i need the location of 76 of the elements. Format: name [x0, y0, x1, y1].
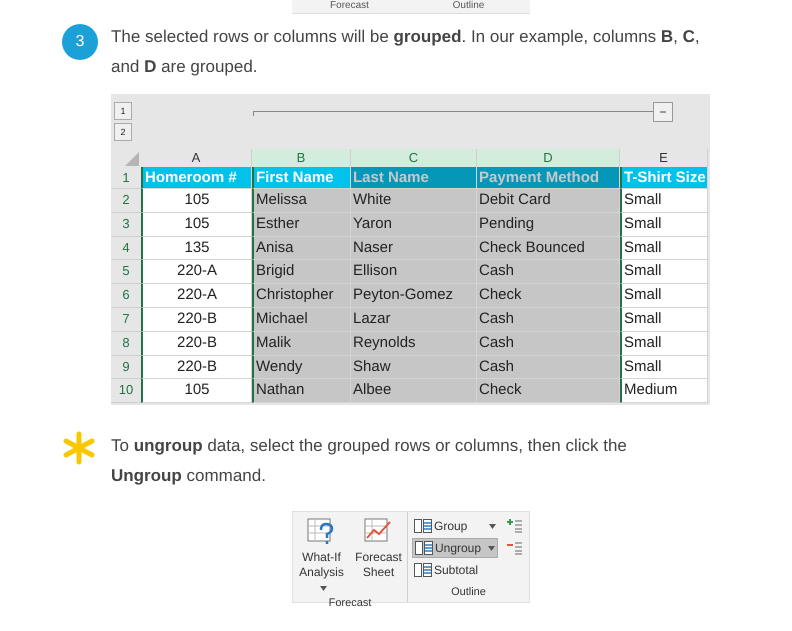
table-cell: Cash — [477, 356, 620, 380]
group-label: Outline — [452, 0, 486, 13]
table-cell: Small — [620, 332, 708, 356]
table-cell: Small — [620, 284, 708, 308]
table-cell: Albee — [351, 379, 477, 404]
table-cell: Check — [477, 284, 620, 308]
table-cell: Ellison — [351, 260, 477, 284]
outline-icon — [415, 541, 433, 556]
table-cell: Small — [620, 236, 708, 260]
outline-icon — [414, 519, 432, 534]
minus-lines-icon[interactable] — [506, 541, 522, 556]
step-number-badge: 3 — [62, 24, 98, 60]
header-cell: T-Shirt Size — [620, 167, 708, 189]
asterisk-icon — [62, 431, 96, 466]
table-cell: Wendy — [252, 356, 351, 380]
plus-lines-icon[interactable] — [506, 519, 522, 534]
header-cell: Payment Method — [477, 167, 620, 189]
table-cell: Small — [620, 308, 708, 332]
table-cell: Small — [620, 212, 708, 237]
column-header[interactable]: B — [252, 149, 351, 167]
step-text: The selected rows or columns will be grouped. In our example, columns B, C, and D are grouped. — [111, 26, 701, 78]
table-cell: 105 — [141, 379, 252, 404]
row-number: 9 — [111, 356, 141, 380]
table-cell: Cash — [477, 332, 620, 356]
table-cell: Check Bounced — [477, 236, 620, 260]
header-cell: First Name — [252, 167, 351, 189]
table-cell: Peyton-Gomez — [351, 284, 477, 308]
table-cell: 105 — [141, 189, 252, 213]
table-cell: Pending — [477, 212, 620, 237]
table-cell: 105 — [141, 212, 252, 237]
ribbon-button[interactable]: What-If Analysis — [296, 518, 348, 596]
table-cell: Small — [620, 260, 708, 284]
table-cell: Yaron — [351, 212, 477, 237]
header-cell: Homeroom # — [141, 167, 252, 189]
table-cell: 220-A — [141, 260, 252, 284]
outline-icon — [414, 563, 432, 578]
outline-level-button[interactable]: 2 — [114, 123, 132, 141]
table-cell: Brigid — [252, 260, 351, 284]
table-cell: 135 — [141, 236, 252, 260]
table-cell: Reynolds — [351, 332, 477, 356]
group-label: Forecast — [329, 0, 370, 13]
table-cell: Anisa — [252, 236, 351, 260]
table-cell: 220-B — [141, 308, 252, 332]
table-cell: Malik — [252, 332, 351, 356]
ribbon-command[interactable]: Subtotal — [412, 560, 498, 580]
table-cell: 220-B — [141, 332, 252, 356]
table-cell: Check — [477, 379, 620, 404]
collapse-button[interactable]: − — [653, 102, 673, 122]
outline-level-button[interactable]: 1 — [114, 102, 132, 120]
group-label: Outline — [450, 584, 487, 600]
group-label: Forecast — [328, 596, 372, 612]
table-cell: White — [351, 189, 477, 213]
header-cell: Last Name — [351, 167, 477, 189]
ribbon-command[interactable]: Group — [412, 516, 498, 536]
ribbon-button[interactable]: Forecast Sheet — [352, 518, 404, 596]
table-cell: Small — [620, 356, 708, 380]
table-cell: Medium — [620, 379, 708, 404]
table-cell: Shaw — [351, 356, 477, 380]
table-cell: Small — [620, 189, 708, 213]
tip-text: To ungroup data, select the grouped rows or columns, then click the Ungroup command. — [111, 435, 628, 488]
column-header[interactable]: D — [477, 149, 620, 167]
table-cell: 220-A — [141, 284, 252, 308]
table-cell: Cash — [477, 308, 620, 332]
table-cell: Esther — [252, 212, 351, 237]
table-cell: Nathan — [252, 379, 351, 404]
table-cell: Michael — [252, 308, 351, 332]
table-cell: Cash — [477, 260, 620, 284]
ribbon-command[interactable]: Ungroup — [412, 538, 498, 558]
table-cell: Lazar — [351, 308, 477, 332]
table-cell: Melissa — [252, 189, 351, 213]
table-cell: Christopher — [252, 284, 351, 308]
column-header[interactable]: C — [351, 149, 477, 167]
row-number: 4 — [111, 236, 141, 260]
table-cell: Debit Card — [477, 189, 620, 213]
table-cell: 220-B — [141, 356, 252, 380]
table-cell: Naser — [351, 236, 477, 260]
